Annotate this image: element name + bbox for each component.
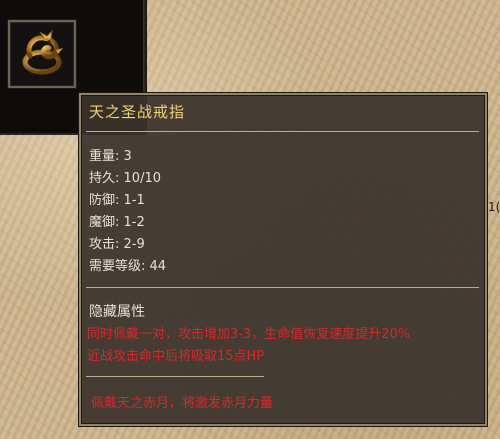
hidden-attribute-line: 近战攻击命中后将吸取15点HP (87, 349, 265, 364)
stat-label: 持久 (89, 171, 116, 186)
stat-label: 需要等级 (89, 259, 142, 274)
item-slot[interactable] (8, 20, 76, 88)
stat-value: 3 (123, 149, 132, 164)
stat-label: 魔御 (89, 215, 116, 230)
stats-divider (86, 287, 479, 288)
title-divider (86, 131, 479, 132)
stat-durability: 持久: 10/10 (89, 171, 161, 186)
stat-value: 2-9 (123, 237, 145, 252)
stat-attack: 攻击: 2-9 (89, 237, 145, 252)
stat-value: 44 (149, 259, 167, 274)
stat-label: 重量 (89, 149, 116, 164)
stat-magic-defense: 魔御: 1-2 (89, 215, 145, 230)
set-divider (86, 376, 264, 377)
stat-defense: 防御: 1-1 (89, 193, 145, 208)
hidden-attribute-line: 同时佩戴一对，攻击增加3-3，生命值恢复速度提升20% (87, 327, 411, 342)
stat-label: 防御 (89, 193, 116, 208)
hidden-attributes-title: 隐藏属性 (89, 304, 145, 320)
gold-dragon-ring-icon (22, 29, 63, 75)
item-tooltip: 天之圣战戒指 重量: 3 持久: 10/10 防御: 1-1 魔御: 1-2 攻… (79, 93, 487, 426)
stat-label: 攻击 (89, 237, 116, 252)
set-bonus-text: 佩戴天之赤月，将激发赤月力量 (91, 396, 274, 411)
stat-value: 1-1 (123, 193, 145, 208)
stat-weight: 重量: 3 (89, 149, 132, 164)
stat-value: 10/10 (123, 171, 161, 186)
item-name: 天之圣战戒指 (89, 103, 186, 121)
edge-text: 1( (488, 200, 500, 214)
stat-value: 1-2 (123, 215, 145, 230)
stat-required-level: 需要等级: 44 (89, 259, 167, 274)
